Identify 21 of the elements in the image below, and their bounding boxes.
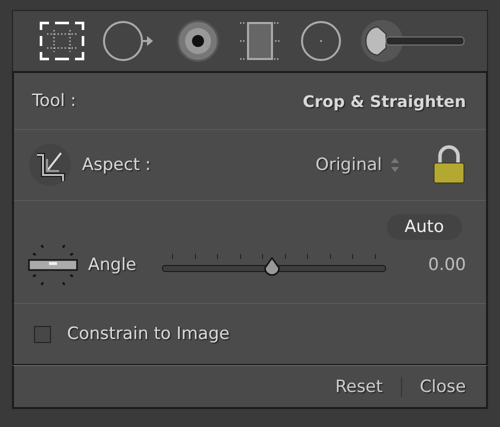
aspect-label: Aspect : [82,155,151,175]
auto-button[interactable]: Auto [386,214,462,240]
angle-label: Angle [88,255,136,275]
aspect-dropdown[interactable]: Original [315,155,400,175]
eye-icon[interactable] [176,19,220,63]
locked-padlock-icon[interactable] [432,145,466,185]
stepper-icon [390,157,400,173]
brush-icon[interactable] [360,19,466,63]
constrain-label: Constrain to Image [67,324,230,344]
reset-button[interactable]: Reset [335,376,383,396]
angle-value: 0.00 [427,255,466,275]
tool-label: Tool : [32,91,76,111]
crop-tool-icon[interactable] [38,20,86,62]
graduated-filter-icon[interactable] [238,19,282,63]
crop-overlay-icon[interactable] [28,143,72,187]
tool-name: Crop & Straighten [302,92,466,110]
slider-thumb[interactable] [262,257,281,277]
close-button[interactable]: Close [420,376,466,396]
angle-slider[interactable] [162,252,386,278]
radial-filter-icon[interactable] [298,19,343,63]
constrain-checkbox[interactable] [34,326,51,342]
